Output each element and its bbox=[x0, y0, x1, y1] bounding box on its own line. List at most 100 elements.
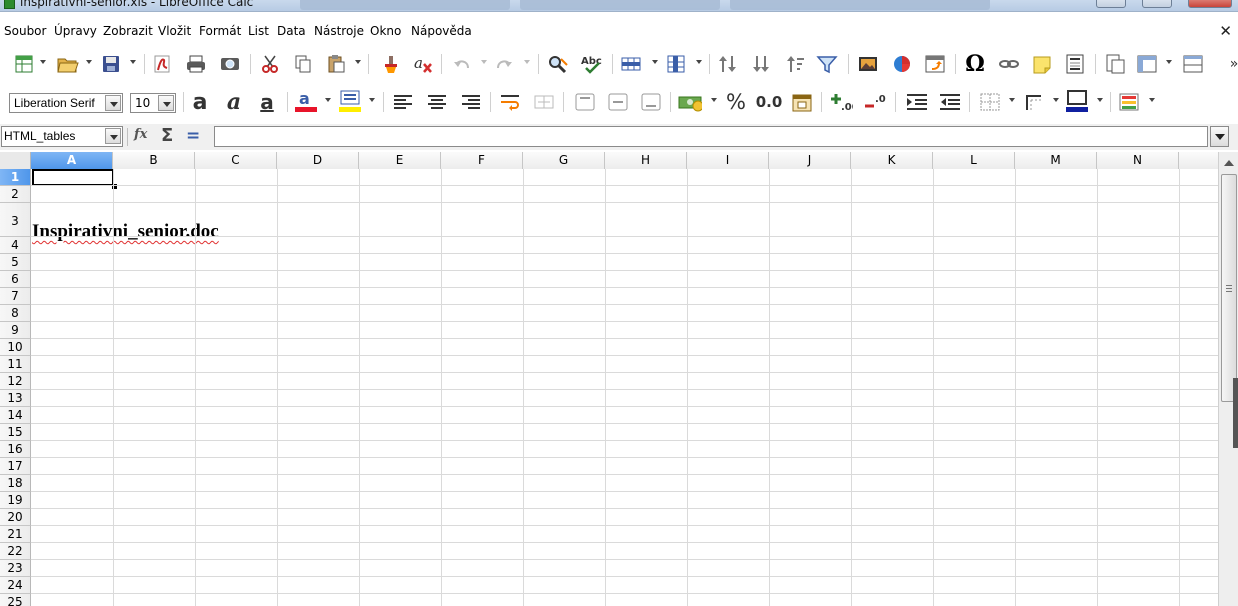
border-style-dropdown-arrow[interactable] bbox=[1053, 98, 1059, 102]
row-header[interactable]: 1 bbox=[0, 169, 31, 186]
close-document-icon[interactable]: ✕ bbox=[1219, 22, 1232, 40]
name-box[interactable]: HTML_tables bbox=[1, 126, 123, 147]
save-dropdown-arrow[interactable] bbox=[130, 60, 136, 64]
border-color-dropdown-arrow[interactable] bbox=[1097, 98, 1103, 102]
decrease-indent-button[interactable] bbox=[938, 90, 962, 114]
underline-button[interactable]: a bbox=[255, 90, 279, 114]
row-button[interactable] bbox=[619, 52, 643, 76]
row-header[interactable]: 2 bbox=[0, 186, 31, 203]
print-button[interactable] bbox=[184, 52, 208, 76]
print-preview-button[interactable] bbox=[218, 52, 242, 76]
align-bottom-button[interactable] bbox=[639, 90, 663, 114]
merge-center-button[interactable] bbox=[532, 90, 556, 114]
menu-nastroje[interactable]: Nástroje bbox=[314, 24, 364, 38]
row-header[interactable]: 9 bbox=[0, 322, 31, 339]
find-replace-button[interactable] bbox=[546, 52, 570, 76]
increase-indent-button[interactable] bbox=[905, 90, 929, 114]
export-pdf-button[interactable] bbox=[150, 52, 174, 76]
percent-format-button[interactable]: % bbox=[724, 90, 748, 114]
font-name-combo[interactable]: Liberation Serif bbox=[9, 93, 123, 113]
define-print-area-button[interactable] bbox=[1103, 52, 1127, 76]
conditional-format-dropdown-arrow[interactable] bbox=[1149, 98, 1155, 102]
sidebar-handle[interactable] bbox=[1233, 378, 1238, 448]
column-header[interactable]: B bbox=[113, 152, 195, 169]
headers-footers-button[interactable] bbox=[1063, 52, 1087, 76]
currency-dropdown-arrow[interactable] bbox=[711, 98, 717, 102]
center-vertically-button[interactable] bbox=[606, 90, 630, 114]
column-header[interactable]: M bbox=[1015, 152, 1097, 169]
highlight-dropdown-arrow[interactable] bbox=[369, 98, 375, 102]
menu-list[interactable]: List bbox=[248, 24, 269, 38]
scroll-up-arrow[interactable] bbox=[1221, 156, 1236, 170]
row-header[interactable]: 5 bbox=[0, 254, 31, 271]
scrollbar-thumb[interactable] bbox=[1221, 174, 1237, 402]
column-header[interactable]: G bbox=[523, 152, 605, 169]
row-header[interactable]: 20 bbox=[0, 509, 31, 526]
freeze-dropdown-arrow[interactable] bbox=[1166, 60, 1172, 64]
cell-a3[interactable]: Inspirativni_senior.doc bbox=[32, 221, 219, 243]
insert-chart-button[interactable] bbox=[890, 52, 914, 76]
row-header[interactable]: 13 bbox=[0, 390, 31, 407]
formula-input[interactable] bbox=[214, 126, 1208, 147]
font-size-dropdown-button[interactable] bbox=[158, 95, 174, 111]
cut-button[interactable] bbox=[258, 52, 282, 76]
row-header[interactable]: 24 bbox=[0, 577, 31, 594]
redo-dropdown-arrow[interactable] bbox=[524, 60, 530, 64]
maximize-button[interactable] bbox=[1142, 0, 1172, 8]
function-wizard-button[interactable]: fx bbox=[134, 127, 147, 142]
open-dropdown-arrow[interactable] bbox=[86, 60, 92, 64]
align-left-button[interactable] bbox=[391, 90, 415, 114]
row-header[interactable]: 8 bbox=[0, 305, 31, 322]
paste-dropdown-arrow[interactable] bbox=[355, 60, 361, 64]
undo-dropdown-arrow[interactable] bbox=[481, 60, 487, 64]
hyperlink-button[interactable] bbox=[997, 52, 1021, 76]
close-window-button[interactable] bbox=[1188, 0, 1232, 8]
menu-format[interactable]: Formát bbox=[199, 24, 241, 38]
column-header-partial[interactable] bbox=[1179, 152, 1218, 169]
row-header[interactable]: 17 bbox=[0, 458, 31, 475]
copy-button[interactable] bbox=[291, 52, 315, 76]
comment-button[interactable] bbox=[1030, 52, 1054, 76]
autofilter-button[interactable] bbox=[815, 52, 839, 76]
column-header[interactable]: L bbox=[933, 152, 1015, 169]
row-header[interactable]: 16 bbox=[0, 441, 31, 458]
sort-ascending-button[interactable] bbox=[749, 52, 773, 76]
column-header[interactable]: C bbox=[195, 152, 277, 169]
column-header[interactable]: H bbox=[605, 152, 687, 169]
select-all-corner[interactable] bbox=[0, 152, 31, 169]
borders-button[interactable] bbox=[978, 90, 1002, 114]
new-dropdown-arrow[interactable] bbox=[40, 60, 46, 64]
clone-formatting-button[interactable] bbox=[377, 52, 401, 76]
clear-formatting-button[interactable]: a bbox=[411, 52, 435, 76]
save-button[interactable] bbox=[99, 52, 123, 76]
minimize-button[interactable] bbox=[1096, 0, 1126, 8]
spelling-button[interactable]: Abc bbox=[580, 52, 604, 76]
column-header[interactable]: A bbox=[31, 152, 113, 169]
font-name-dropdown-button[interactable] bbox=[105, 95, 121, 111]
row-header[interactable]: 4 bbox=[0, 237, 31, 254]
italic-button[interactable]: a bbox=[222, 89, 246, 115]
conditional-format-button[interactable] bbox=[1117, 90, 1141, 114]
undo-button[interactable] bbox=[450, 52, 474, 76]
open-button[interactable] bbox=[56, 52, 80, 76]
row-header[interactable]: 19 bbox=[0, 492, 31, 509]
column-header[interactable]: J bbox=[769, 152, 851, 169]
row-header[interactable]: 22 bbox=[0, 543, 31, 560]
menu-data[interactable]: Data bbox=[277, 24, 306, 38]
split-window-button[interactable] bbox=[1181, 52, 1205, 76]
redo-button[interactable] bbox=[492, 52, 516, 76]
menu-upravy[interactable]: Úpravy bbox=[54, 24, 97, 38]
borders-dropdown-arrow[interactable] bbox=[1009, 98, 1015, 102]
toolbar-overflow-button[interactable]: » bbox=[1222, 52, 1238, 76]
row-header[interactable]: 6 bbox=[0, 271, 31, 288]
column-button[interactable] bbox=[664, 52, 688, 76]
row-header[interactable]: 10 bbox=[0, 339, 31, 356]
sum-button[interactable]: Σ bbox=[161, 125, 173, 146]
row-header[interactable]: 7 bbox=[0, 288, 31, 305]
column-header[interactable]: N bbox=[1097, 152, 1179, 169]
font-color-button[interactable]: a bbox=[294, 89, 318, 113]
cell-area[interactable]: Inspirativni_senior.doc bbox=[31, 169, 1218, 606]
column-header[interactable]: I bbox=[687, 152, 769, 169]
menu-okno[interactable]: Okno bbox=[370, 24, 401, 38]
align-top-button[interactable] bbox=[573, 90, 597, 114]
